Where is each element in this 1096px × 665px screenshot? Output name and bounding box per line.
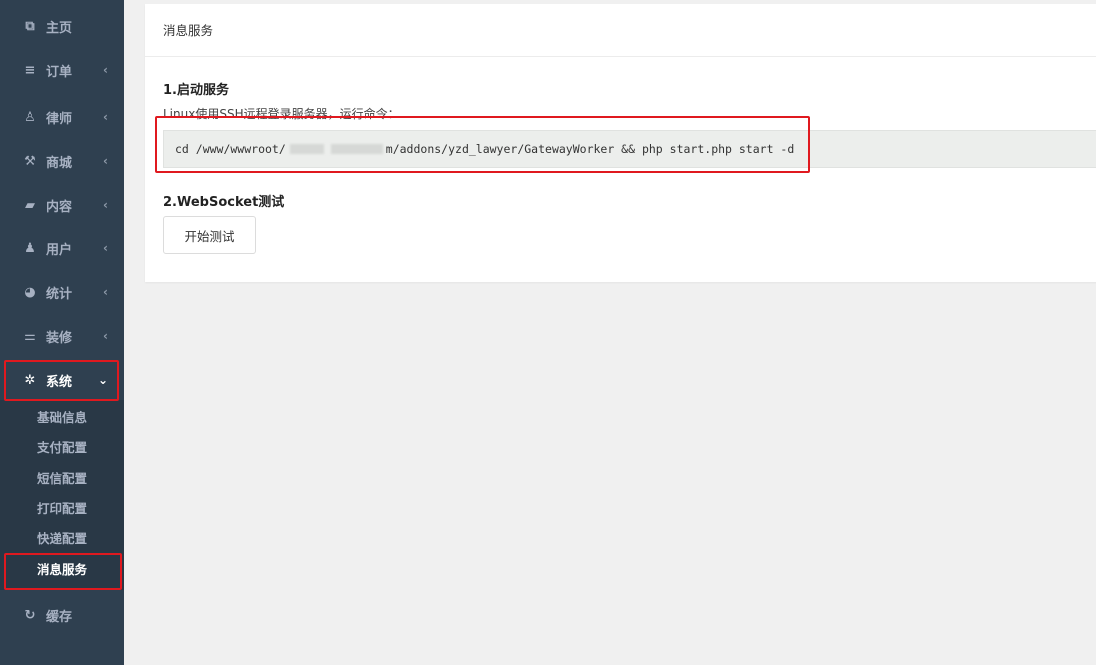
command-prefix: cd /www/wwwroot/ (175, 142, 286, 156)
sidebar-item-system[interactable]: ✲ 系统 ⌄ (0, 360, 124, 400)
chevron-left-icon: ‹ (103, 110, 108, 124)
book-icon: ▰ (25, 197, 35, 213)
sidebar-item-label: 统计 (46, 286, 73, 302)
tools-icon: ⚌ (24, 328, 36, 344)
sidebar-item-label: 缓存 (46, 609, 73, 625)
sidebar-item-lawyers[interactable]: ♙ 律师 ‹ (0, 97, 124, 137)
chevron-left-icon: ‹ (103, 198, 108, 212)
sidebar-item-statistics[interactable]: ◕ 统计 ‹ (0, 272, 124, 312)
sidebar-item-label: 用户 (46, 242, 73, 258)
submenu-item-express[interactable]: 快递配置 (0, 522, 124, 552)
chevron-left-icon: ‹ (103, 63, 108, 77)
section-websocket-test-title: 2.WebSocket测试 (163, 195, 285, 210)
refresh-icon: ↻ (24, 607, 36, 623)
chevron-down-icon: ⌄ (97, 373, 108, 387)
system-submenu: 基础信息 支付配置 短信配置 打印配置 快递配置 消息服务 (0, 400, 124, 590)
panel-title: 消息服务 (163, 23, 214, 38)
submenu-item-message-service[interactable]: 消息服务 (0, 553, 124, 583)
message-service-panel: 消息服务 1.启动服务 Linux使用SSH远程登录服务器，运行命令： cd /… (145, 4, 1096, 282)
sidebar: ⧉ 主页 ≡ 订单 ‹ ♙ 律师 ‹ ⚒ 商城 ‹ ▰ 内容 ‹ ♟ 用户 ‹ … (0, 0, 124, 665)
sidebar-item-mall[interactable]: ⚒ 商城 ‹ (0, 141, 124, 181)
user-icon: ♙ (24, 109, 36, 125)
chevron-left-icon: ‹ (103, 154, 108, 168)
sidebar-item-label: 装修 (46, 330, 73, 346)
submenu-item-basic-info[interactable]: 基础信息 (0, 401, 124, 431)
section-start-service-title: 1.启动服务 (163, 83, 229, 98)
sidebar-item-label: 律师 (46, 111, 73, 127)
sidebar-item-orders[interactable]: ≡ 订单 ‹ (0, 50, 124, 90)
wrench-icon: ⚒ (24, 153, 36, 169)
sidebar-item-cache[interactable]: ↻ 缓存 (0, 595, 124, 635)
divider (145, 56, 1096, 57)
command-code-block[interactable]: cd /www/wwwroot/m/addons/yzd_lawyer/Gate… (163, 130, 1096, 168)
sidebar-item-label: 订单 (46, 64, 73, 80)
submenu-item-print[interactable]: 打印配置 (0, 492, 124, 522)
person-icon: ♟ (24, 240, 36, 256)
list-icon: ≡ (24, 62, 36, 78)
sidebar-item-decoration[interactable]: ⚌ 装修 ‹ (0, 316, 124, 356)
sidebar-item-label: 主页 (46, 20, 73, 36)
sidebar-item-label: 内容 (46, 199, 73, 215)
sidebar-item-users[interactable]: ♟ 用户 ‹ (0, 228, 124, 268)
section-start-service-desc: Linux使用SSH远程登录服务器，运行命令： (163, 107, 400, 121)
chevron-left-icon: ‹ (103, 329, 108, 343)
submenu-item-sms[interactable]: 短信配置 (0, 462, 124, 492)
sidebar-item-home[interactable]: ⧉ 主页 (0, 6, 124, 46)
redacted-text (330, 144, 383, 154)
copy-icon: ⧉ (25, 18, 35, 34)
chevron-left-icon: ‹ (103, 241, 108, 255)
command-suffix: m/addons/yzd_lawyer/GatewayWorker && php… (385, 142, 795, 156)
gear-icon: ✲ (24, 372, 36, 388)
sidebar-item-label: 商城 (46, 155, 73, 171)
redacted-text (289, 144, 324, 154)
pie-chart-icon: ◕ (24, 284, 36, 300)
sidebar-item-label: 系统 (46, 374, 73, 390)
sidebar-item-content[interactable]: ▰ 内容 ‹ (0, 185, 124, 225)
submenu-item-payment[interactable]: 支付配置 (0, 431, 124, 461)
start-test-button[interactable]: 开始测试 (163, 216, 256, 254)
chevron-left-icon: ‹ (103, 285, 108, 299)
